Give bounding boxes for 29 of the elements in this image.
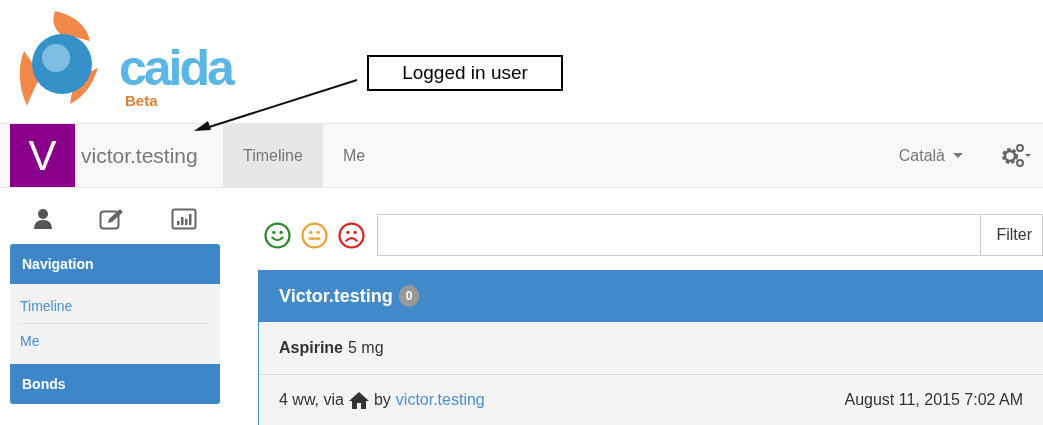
count-badge: 0 — [398, 285, 420, 307]
annotation-callout: Logged in user — [367, 55, 563, 91]
happy-face-icon[interactable] — [264, 221, 291, 249]
edit-icon[interactable] — [99, 208, 125, 230]
nav-tab[interactable]: Me — [322, 124, 386, 187]
panel-header: Navigation — [10, 244, 220, 284]
by-text: by — [373, 390, 391, 410]
beta-label: Beta — [125, 91, 158, 111]
user-avatar[interactable]: V — [10, 124, 75, 187]
nav-tab[interactable]: Timeline — [223, 124, 323, 187]
entry-date: August 11, 2015 7:02 AM — [844, 390, 1023, 410]
panel-header: Bonds — [10, 364, 220, 404]
language-dropdown[interactable]: Català — [898, 143, 963, 168]
entry-meta: 4 ww, via — [279, 390, 344, 410]
sidebar-link[interactable]: Timeline — [20, 290, 210, 324]
settings-button[interactable] — [999, 142, 1031, 169]
sad-face-icon[interactable] — [338, 221, 365, 249]
bar-chart-icon[interactable] — [171, 208, 197, 230]
timeline-title: Victor.testing — [279, 284, 393, 308]
username-link[interactable]: victor.testing — [81, 139, 223, 172]
home-icon — [348, 391, 369, 409]
person-icon[interactable] — [33, 208, 53, 230]
sidebar-link[interactable]: Me — [20, 324, 210, 358]
caret-icon — [953, 153, 963, 158]
dose-text: 5 mg — [348, 338, 384, 358]
logo-wordmark: caida — [119, 46, 232, 90]
gears-icon — [999, 142, 1031, 169]
medication-name: Aspirine — [279, 338, 343, 358]
author-link[interactable]: victor.testing — [395, 388, 485, 412]
